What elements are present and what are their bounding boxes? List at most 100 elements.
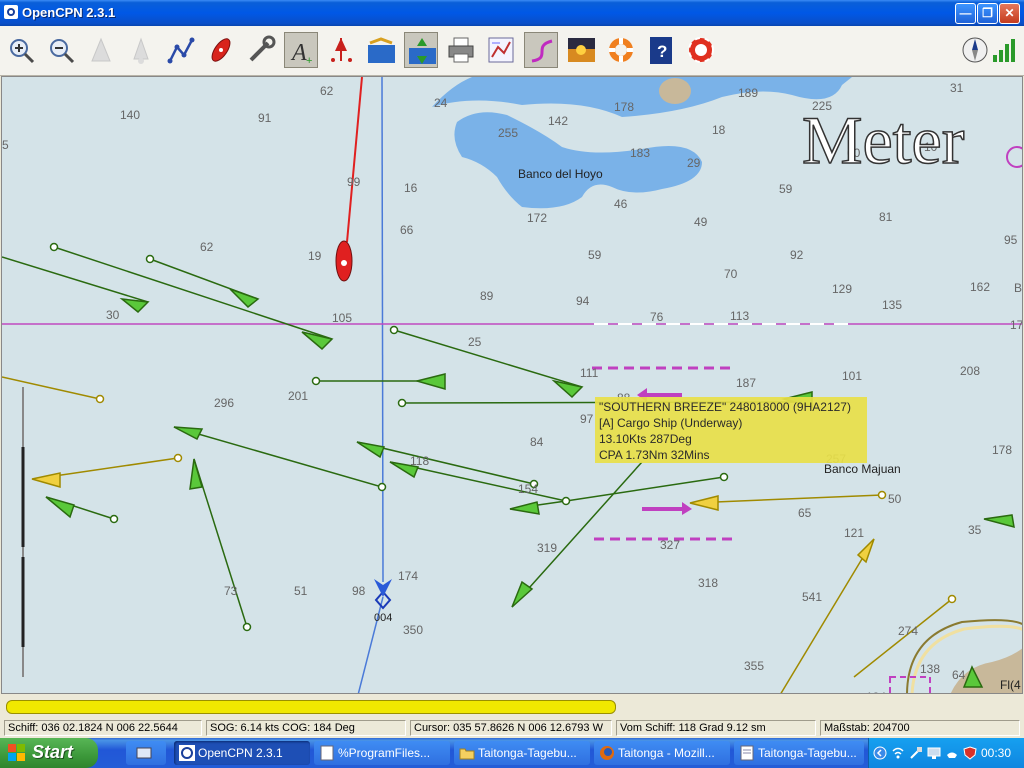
satellite-icon[interactable] bbox=[909, 746, 923, 760]
close-button[interactable]: ✕ bbox=[999, 3, 1020, 24]
depth-sounding: 59 bbox=[779, 182, 793, 196]
lifebuoy-icon bbox=[609, 38, 633, 62]
compass-icon bbox=[962, 37, 1015, 63]
opencpn-icon bbox=[179, 745, 195, 761]
chart-bar[interactable] bbox=[2, 697, 1022, 717]
depth-sounding: 318 bbox=[698, 576, 718, 590]
depth-sounding: 201 bbox=[288, 389, 308, 403]
waypoint-label: 004 bbox=[374, 612, 392, 624]
route-button[interactable] bbox=[164, 32, 198, 68]
nautical-chart: 62140 9124142178189225315255 181832960 1016… bbox=[2, 77, 1023, 694]
depth-sounding: 135 bbox=[882, 298, 902, 312]
depth-unit-label: Meter bbox=[802, 102, 965, 178]
task-program-files[interactable]: %ProgramFiles... bbox=[314, 741, 450, 765]
zoom-out-button[interactable] bbox=[44, 32, 78, 68]
text-button[interactable]: A + bbox=[284, 32, 318, 68]
quick-launch[interactable] bbox=[126, 741, 166, 765]
chart-quilt-bar[interactable] bbox=[6, 700, 616, 714]
depth-sounding: 29 bbox=[687, 156, 701, 170]
depth-sounding: 66 bbox=[400, 223, 414, 237]
start-button[interactable]: Start bbox=[0, 738, 98, 768]
depth-sounding: 327 bbox=[660, 538, 680, 552]
wireless-icon[interactable] bbox=[891, 746, 905, 760]
shoal-area bbox=[432, 77, 852, 117]
depth-sounding: 172 bbox=[527, 211, 547, 225]
task-document-taitonga[interactable]: Taitonga-Tagebu... bbox=[734, 741, 864, 765]
svg-text:?: ? bbox=[657, 42, 667, 61]
gps-status bbox=[958, 32, 1018, 68]
zoom-in-button[interactable] bbox=[4, 32, 38, 68]
route-icon bbox=[167, 37, 195, 64]
task-label: Taitonga-Tagebu... bbox=[478, 746, 577, 760]
color-scheme-button[interactable] bbox=[564, 32, 598, 68]
current-button[interactable] bbox=[324, 32, 358, 68]
depth-sounding: 134 bbox=[866, 690, 886, 694]
mob-icon bbox=[688, 37, 714, 63]
depth-sounding: 81 bbox=[879, 210, 893, 224]
tide-icon bbox=[368, 37, 395, 63]
depth-sounding: 189 bbox=[738, 86, 758, 100]
depth-sounding: 49 bbox=[694, 215, 708, 229]
depth-sounding: 113 bbox=[730, 309, 749, 323]
depth-sounding: 208 bbox=[960, 364, 980, 378]
current-icon bbox=[331, 38, 352, 62]
depth-sounding: 94 bbox=[576, 294, 590, 308]
task-firefox[interactable]: Taitonga - Mozill... bbox=[594, 741, 730, 765]
task-folder-taitonga[interactable]: Taitonga-Tagebu... bbox=[454, 741, 590, 765]
ais-popup-name: "SOUTHERN BREEZE" 248018000 (9HA2127) bbox=[599, 400, 851, 414]
minimize-button[interactable]: — bbox=[955, 3, 976, 24]
svg-text:A: A bbox=[290, 40, 307, 66]
scale-out-icon bbox=[133, 37, 149, 64]
depth-sounding: 70 bbox=[724, 267, 738, 281]
depth-sounding: 355 bbox=[744, 659, 764, 673]
depth-sounding: 35 bbox=[968, 523, 982, 537]
print-button[interactable] bbox=[444, 32, 478, 68]
depth-sounding: 50 bbox=[888, 492, 902, 506]
route-manager-button[interactable] bbox=[484, 32, 518, 68]
maximize-button[interactable]: ❐ bbox=[977, 3, 998, 24]
depth-sounding: 62 bbox=[320, 84, 334, 98]
help-button[interactable]: ? bbox=[644, 32, 678, 68]
tray-expand-icon[interactable] bbox=[873, 746, 887, 760]
depth-sounding: 187 bbox=[736, 376, 756, 390]
depth-sounding: 142 bbox=[548, 114, 568, 128]
color-scheme-icon bbox=[568, 38, 595, 62]
depth-sounding: 84 bbox=[530, 435, 544, 449]
ais-button[interactable] bbox=[604, 32, 638, 68]
folder-icon bbox=[459, 748, 475, 760]
depth-sounding: 97 bbox=[580, 412, 594, 426]
document-icon bbox=[740, 745, 754, 761]
depth-sounding: 73 bbox=[224, 584, 238, 598]
depth-sounding: 62 bbox=[200, 240, 214, 254]
settings-button[interactable] bbox=[244, 32, 278, 68]
window-title: OpenCPN 2.3.1 bbox=[22, 5, 116, 20]
follow-button[interactable] bbox=[204, 32, 238, 68]
status-from-ship: Vom Schiff: 118 Grad 9.12 sm bbox=[616, 720, 816, 736]
depth-sounding: 138 bbox=[920, 662, 940, 676]
ais-popup-speed: 13.10Kts 287Deg bbox=[599, 432, 692, 446]
scale-out-button[interactable] bbox=[124, 32, 158, 68]
system-tray: 00:30 bbox=[868, 738, 1024, 768]
current-arrows-button[interactable] bbox=[404, 32, 438, 68]
scale-in-button[interactable] bbox=[84, 32, 118, 68]
print-icon bbox=[448, 37, 474, 63]
task-opencpn[interactable]: OpenCPN 2.3.1 bbox=[174, 741, 310, 765]
app-icon bbox=[4, 5, 18, 19]
status-sog-cog: SOG: 6.14 kts COG: 184 Deg bbox=[206, 720, 406, 736]
security-shield-icon[interactable] bbox=[963, 746, 977, 760]
tide-button[interactable] bbox=[364, 32, 398, 68]
depth-sounding: 121 bbox=[844, 526, 864, 540]
own-ship-heading bbox=[346, 77, 363, 243]
svg-text:+: + bbox=[306, 55, 312, 66]
depth-sounding: 17 bbox=[1010, 318, 1023, 332]
mob-button[interactable] bbox=[684, 32, 718, 68]
follow-icon bbox=[211, 38, 231, 62]
depth-sounding: 274 bbox=[898, 624, 918, 638]
clock: 00:30 bbox=[980, 746, 1011, 760]
chart-canvas[interactable]: 62 140 91 24 142 178 189 225 31 5 255 18 183 29 60 10 16… bbox=[1, 76, 1023, 694]
track-button[interactable] bbox=[524, 32, 558, 68]
network-icon[interactable] bbox=[927, 746, 941, 760]
depth-sounding: 350 bbox=[403, 623, 423, 637]
phone-icon[interactable] bbox=[945, 746, 959, 760]
zoom-in-icon bbox=[10, 39, 35, 64]
